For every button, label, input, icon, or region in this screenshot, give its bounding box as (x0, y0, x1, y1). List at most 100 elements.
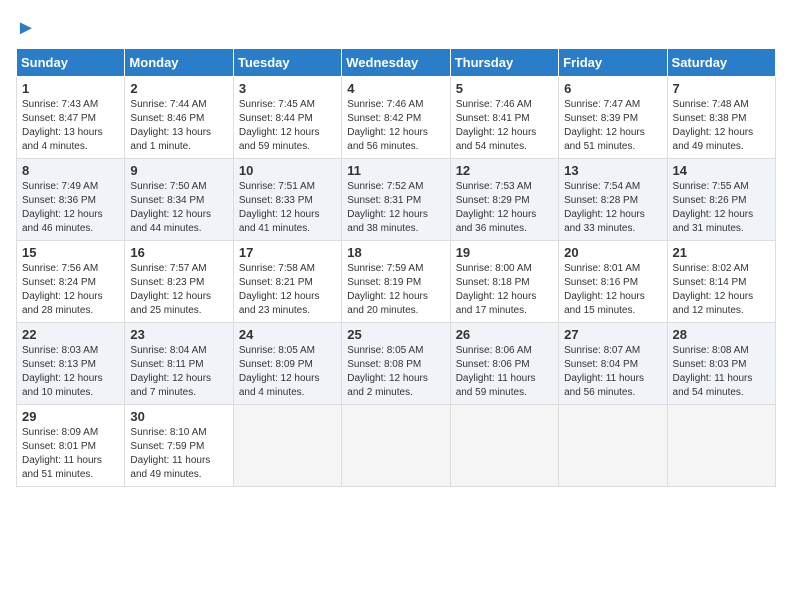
calendar-week-row: 22 Sunrise: 8:03 AMSunset: 8:13 PMDayligh… (17, 323, 776, 405)
page-header: ► (16, 16, 776, 40)
day-number: 17 (239, 245, 336, 260)
day-info: Sunrise: 8:04 AMSunset: 8:11 PMDaylight:… (130, 344, 227, 400)
day-number: 5 (456, 81, 553, 96)
day-info: Sunrise: 7:49 AMSunset: 8:36 PMDaylight:… (22, 180, 119, 236)
day-number: 23 (130, 327, 227, 342)
day-info: Sunrise: 8:01 AMSunset: 8:16 PMDaylight:… (564, 262, 661, 318)
calendar-day-cell: 26 Sunrise: 8:06 AMSunset: 8:06 PMDayligh… (450, 323, 558, 405)
calendar-day-cell: 5 Sunrise: 7:46 AMSunset: 8:41 PMDaylight… (450, 77, 558, 159)
calendar-day-cell: 8 Sunrise: 7:49 AMSunset: 8:36 PMDaylight… (17, 159, 125, 241)
calendar-week-row: 1 Sunrise: 7:43 AMSunset: 8:47 PMDaylight… (17, 77, 776, 159)
day-info: Sunrise: 8:05 AMSunset: 8:08 PMDaylight:… (347, 344, 444, 400)
day-number: 24 (239, 327, 336, 342)
calendar-day-cell: 28 Sunrise: 8:08 AMSunset: 8:03 PMDayligh… (667, 323, 775, 405)
calendar-header-row: SundayMondayTuesdayWednesdayThursdayFrid… (17, 49, 776, 77)
calendar-week-row: 8 Sunrise: 7:49 AMSunset: 8:36 PMDaylight… (17, 159, 776, 241)
day-number: 6 (564, 81, 661, 96)
day-info: Sunrise: 8:07 AMSunset: 8:04 PMDaylight:… (564, 344, 661, 400)
calendar-day-cell: 4Sunrise: 7:46 AMSunset: 8:42 PMDaylight… (342, 77, 450, 159)
day-info: Sunrise: 7:50 AMSunset: 8:34 PMDaylight:… (130, 180, 227, 236)
calendar-day-cell (667, 405, 775, 487)
weekday-header-wednesday: Wednesday (342, 49, 450, 77)
day-number: 26 (456, 327, 553, 342)
calendar-day-cell: 9 Sunrise: 7:50 AMSunset: 8:34 PMDaylight… (125, 159, 233, 241)
calendar-day-cell: 25 Sunrise: 8:05 AMSunset: 8:08 PMDayligh… (342, 323, 450, 405)
calendar-day-cell: 19 Sunrise: 8:00 AMSunset: 8:18 PMDayligh… (450, 241, 558, 323)
day-info: Sunrise: 7:55 AMSunset: 8:26 PMDaylight:… (673, 180, 770, 236)
logo: ► (16, 16, 36, 40)
calendar-day-cell (342, 405, 450, 487)
weekday-header-sunday: Sunday (17, 49, 125, 77)
day-number: 12 (456, 163, 553, 178)
day-number: 1 (22, 81, 119, 96)
day-info: Sunrise: 7:46 AMSunset: 8:42 PMDaylight:… (347, 98, 444, 154)
calendar-day-cell: 2 Sunrise: 7:44 AMSunset: 8:46 PMDaylight… (125, 77, 233, 159)
day-number: 7 (673, 81, 770, 96)
calendar-day-cell (559, 405, 667, 487)
calendar-day-cell: 27 Sunrise: 8:07 AMSunset: 8:04 PMDayligh… (559, 323, 667, 405)
calendar-week-row: 29Sunrise: 8:09 AMSunset: 8:01 PMDayligh… (17, 405, 776, 487)
weekday-header-saturday: Saturday (667, 49, 775, 77)
calendar-day-cell: 23 Sunrise: 8:04 AMSunset: 8:11 PMDayligh… (125, 323, 233, 405)
day-info: Sunrise: 7:44 AMSunset: 8:46 PMDaylight:… (130, 98, 227, 154)
calendar-day-cell: 14 Sunrise: 7:55 AMSunset: 8:26 PMDayligh… (667, 159, 775, 241)
day-info: Sunrise: 7:57 AMSunset: 8:23 PMDaylight:… (130, 262, 227, 318)
day-number: 3 (239, 81, 336, 96)
day-info: Sunrise: 7:51 AMSunset: 8:33 PMDaylight:… (239, 180, 336, 236)
day-number: 14 (673, 163, 770, 178)
day-info: Sunrise: 7:48 AMSunset: 8:38 PMDaylight:… (673, 98, 770, 154)
day-info: Sunrise: 8:10 AMSunset: 7:59 PMDaylight:… (130, 426, 227, 482)
day-info: Sunrise: 8:03 AMSunset: 8:13 PMDaylight:… (22, 344, 119, 400)
day-info: Sunrise: 8:02 AMSunset: 8:14 PMDaylight:… (673, 262, 770, 318)
day-info: Sunrise: 7:46 AMSunset: 8:41 PMDaylight:… (456, 98, 553, 154)
calendar-day-cell (450, 405, 558, 487)
day-info: Sunrise: 8:08 AMSunset: 8:03 PMDaylight:… (673, 344, 770, 400)
logo-bird-icon: ► (16, 17, 36, 39)
day-number: 28 (673, 327, 770, 342)
day-number: 2 (130, 81, 227, 96)
calendar-day-cell: 1 Sunrise: 7:43 AMSunset: 8:47 PMDaylight… (17, 77, 125, 159)
day-info: Sunrise: 7:45 AMSunset: 8:44 PMDaylight:… (239, 98, 336, 154)
day-number: 13 (564, 163, 661, 178)
day-number: 20 (564, 245, 661, 260)
day-number: 9 (130, 163, 227, 178)
weekday-header-friday: Friday (559, 49, 667, 77)
day-number: 16 (130, 245, 227, 260)
day-info: Sunrise: 8:06 AMSunset: 8:06 PMDaylight:… (456, 344, 553, 400)
day-info: Sunrise: 7:59 AMSunset: 8:19 PMDaylight:… (347, 262, 444, 318)
calendar-day-cell: 20 Sunrise: 8:01 AMSunset: 8:16 PMDayligh… (559, 241, 667, 323)
day-number: 8 (22, 163, 119, 178)
weekday-header-tuesday: Tuesday (233, 49, 341, 77)
calendar-day-cell: 13 Sunrise: 7:54 AMSunset: 8:28 PMDayligh… (559, 159, 667, 241)
calendar-day-cell: 24 Sunrise: 8:05 AMSunset: 8:09 PMDayligh… (233, 323, 341, 405)
day-number: 19 (456, 245, 553, 260)
day-info: Sunrise: 7:54 AMSunset: 8:28 PMDaylight:… (564, 180, 661, 236)
calendar-day-cell: 6 Sunrise: 7:47 AMSunset: 8:39 PMDaylight… (559, 77, 667, 159)
calendar-day-cell: 29Sunrise: 8:09 AMSunset: 8:01 PMDayligh… (17, 405, 125, 487)
calendar-day-cell: 7 Sunrise: 7:48 AMSunset: 8:38 PMDaylight… (667, 77, 775, 159)
day-info: Sunrise: 7:53 AMSunset: 8:29 PMDaylight:… (456, 180, 553, 236)
calendar-day-cell: 3 Sunrise: 7:45 AMSunset: 8:44 PMDaylight… (233, 77, 341, 159)
calendar-day-cell: 12 Sunrise: 7:53 AMSunset: 8:29 PMDayligh… (450, 159, 558, 241)
day-info: Sunrise: 8:05 AMSunset: 8:09 PMDaylight:… (239, 344, 336, 400)
calendar-table: SundayMondayTuesdayWednesdayThursdayFrid… (16, 48, 776, 487)
day-number: 22 (22, 327, 119, 342)
calendar-week-row: 15 Sunrise: 7:56 AMSunset: 8:24 PMDayligh… (17, 241, 776, 323)
calendar-day-cell: 17Sunrise: 7:58 AMSunset: 8:21 PMDayligh… (233, 241, 341, 323)
day-info: Sunrise: 7:43 AMSunset: 8:47 PMDaylight:… (22, 98, 119, 154)
calendar-day-cell: 21Sunrise: 8:02 AMSunset: 8:14 PMDayligh… (667, 241, 775, 323)
weekday-header-monday: Monday (125, 49, 233, 77)
calendar-day-cell (233, 405, 341, 487)
day-number: 27 (564, 327, 661, 342)
calendar-day-cell: 18 Sunrise: 7:59 AMSunset: 8:19 PMDayligh… (342, 241, 450, 323)
day-info: Sunrise: 7:52 AMSunset: 8:31 PMDaylight:… (347, 180, 444, 236)
day-info: Sunrise: 8:00 AMSunset: 8:18 PMDaylight:… (456, 262, 553, 318)
calendar-day-cell: 30Sunrise: 8:10 AMSunset: 7:59 PMDayligh… (125, 405, 233, 487)
calendar-day-cell: 15 Sunrise: 7:56 AMSunset: 8:24 PMDayligh… (17, 241, 125, 323)
day-number: 25 (347, 327, 444, 342)
calendar-day-cell: 16 Sunrise: 7:57 AMSunset: 8:23 PMDayligh… (125, 241, 233, 323)
day-info: Sunrise: 7:56 AMSunset: 8:24 PMDaylight:… (22, 262, 119, 318)
day-number: 15 (22, 245, 119, 260)
day-info: Sunrise: 7:47 AMSunset: 8:39 PMDaylight:… (564, 98, 661, 154)
day-number: 18 (347, 245, 444, 260)
